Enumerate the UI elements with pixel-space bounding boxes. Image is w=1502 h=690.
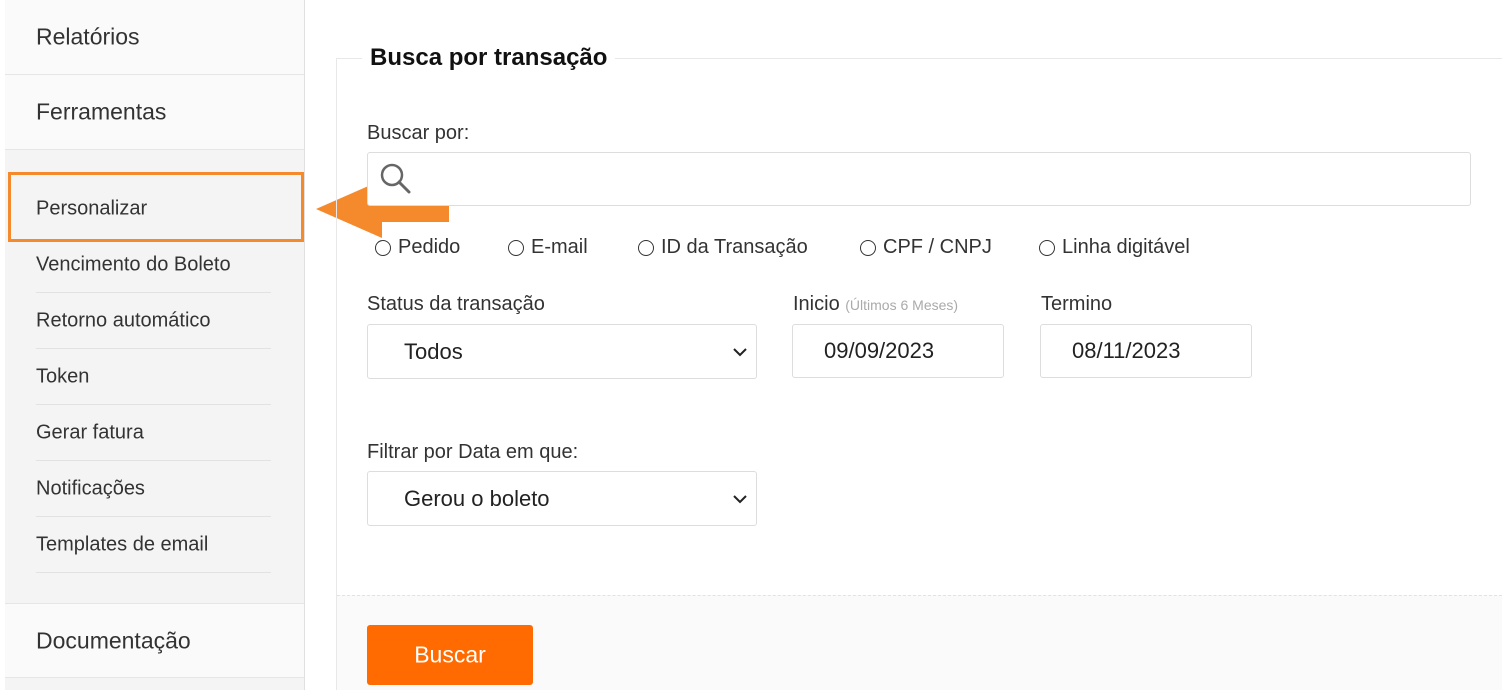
end-date-field[interactable]: 08/11/2023 xyxy=(1040,324,1252,378)
date-filter-label: Filtrar por Data em que: xyxy=(367,441,579,463)
radio-linha-digitavel[interactable]: Linha digitável xyxy=(1039,236,1190,259)
status-select-value: Todos xyxy=(404,338,463,364)
submenu-item-vencimento[interactable]: Vencimento do Boleto xyxy=(5,237,304,293)
sidebar-item-label: Relatórios xyxy=(36,23,140,50)
search-input[interactable] xyxy=(368,153,1470,205)
radio-label: ID da Transação xyxy=(661,236,808,258)
submenu-item-label: Templates de email xyxy=(36,533,209,556)
start-date-label: Inicio (Últimos 6 Meses) xyxy=(793,293,958,316)
sidebar-item-label: Ferramentas xyxy=(36,98,167,125)
radio-label: E-mail xyxy=(531,236,588,258)
sidebar-item-ferramentas[interactable]: Ferramentas xyxy=(5,75,304,150)
submenu-item-retorno[interactable]: Retorno automático xyxy=(5,293,304,349)
radio-label: CPF / CNPJ xyxy=(883,236,992,258)
radio-circle[interactable] xyxy=(1039,239,1055,256)
submenu-item-label: Retorno automático xyxy=(36,309,211,332)
submenu-item-notificacoes[interactable]: Notificações xyxy=(5,461,304,517)
status-label: Status da transação xyxy=(367,293,545,315)
submenu-item-gerar-fatura[interactable]: Gerar fatura xyxy=(5,405,304,461)
search-label: Buscar por: xyxy=(367,122,470,144)
radio-email[interactable]: E-mail xyxy=(508,236,588,259)
radio-circle[interactable] xyxy=(375,239,391,256)
submenu-item-label: Notificações xyxy=(36,477,145,500)
sidebar-item-label: Documentação xyxy=(36,627,191,653)
sidebar-item-documentacao[interactable]: Documentação xyxy=(5,603,304,678)
status-select[interactable]: Todos xyxy=(367,324,757,379)
radio-circle[interactable] xyxy=(508,239,524,256)
date-filter-select[interactable]: Gerou o boleto xyxy=(367,471,757,526)
highlight-box xyxy=(8,172,304,242)
end-date-label: Termino xyxy=(1041,293,1113,315)
search-button-label: Buscar xyxy=(414,641,486,668)
radio-label: Linha digitável xyxy=(1062,236,1190,258)
radio-cpf-cnpj[interactable]: CPF / CNPJ xyxy=(860,236,992,259)
sidebar: Relatórios Ferramentas Personalizar Venc… xyxy=(5,0,305,690)
sidebar-item-relatorios[interactable]: Relatórios xyxy=(5,0,304,75)
panel-title: Busca por transação xyxy=(362,44,616,72)
search-field[interactable] xyxy=(367,152,1471,206)
radio-pedido[interactable]: Pedido xyxy=(375,236,460,259)
submenu-item-label: Gerar fatura xyxy=(36,421,144,444)
submenu-item-label: Vencimento do Boleto xyxy=(36,253,231,276)
end-date-value: 08/11/2023 xyxy=(1072,338,1181,363)
submenu-item-token[interactable]: Token xyxy=(5,349,304,405)
chevron-down-icon xyxy=(733,494,747,503)
date-filter-select-value: Gerou o boleto xyxy=(404,485,550,511)
radio-circle[interactable] xyxy=(860,239,876,256)
radio-id-transacao[interactable]: ID da Transação xyxy=(638,236,808,259)
submenu-item-templates[interactable]: Templates de email xyxy=(5,517,304,573)
submenu-item-label: Token xyxy=(36,365,90,388)
chevron-down-icon xyxy=(733,347,747,356)
start-date-hint: (Últimos 6 Meses) xyxy=(845,297,959,313)
search-button[interactable]: Buscar xyxy=(367,625,533,685)
radio-label: Pedido xyxy=(398,236,461,258)
start-date-label-text: Inicio xyxy=(793,293,840,315)
start-date-value: 09/09/2023 xyxy=(824,338,935,363)
start-date-field[interactable]: 09/09/2023 xyxy=(792,324,1004,378)
radio-circle[interactable] xyxy=(638,239,654,256)
